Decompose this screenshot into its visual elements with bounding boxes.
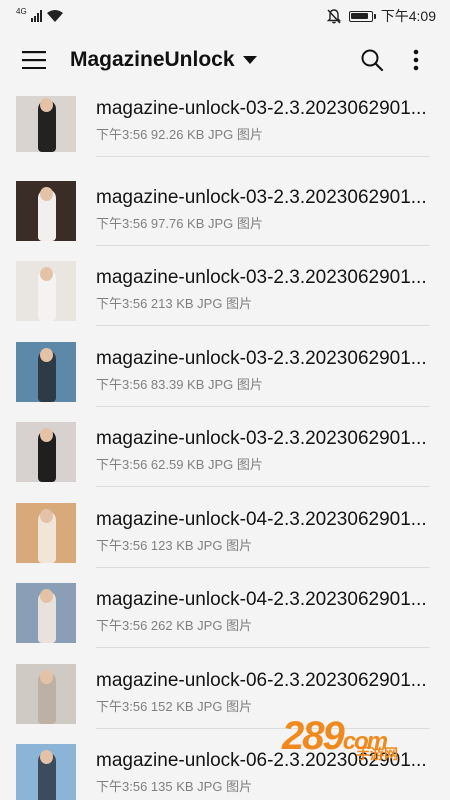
file-info: magazine-unlock-03-2.3.2023062901... 下午3:…	[96, 418, 430, 487]
file-thumbnail	[16, 341, 76, 402]
file-name: magazine-unlock-03-2.3.2023062901...	[96, 428, 427, 449]
thumbnail-head	[40, 98, 53, 112]
file-thumbnail	[16, 96, 76, 152]
file-name: magazine-unlock-03-2.3.2023062901...	[96, 267, 427, 288]
file-thumbnail	[16, 502, 76, 563]
file-thumbnail	[16, 663, 76, 724]
network-type: 4G	[16, 6, 27, 16]
file-name: magazine-unlock-03-2.3.2023062901...	[96, 347, 427, 369]
file-list: magazine-unlock-03-2.3.2023062901... 下午3:…	[0, 96, 450, 800]
thumbnail-head	[40, 750, 53, 764]
file-name: magazine-unlock-04-2.3.2023062901...	[96, 589, 427, 610]
file-name: magazine-unlock-03-2.3.2023062901...	[96, 98, 427, 119]
file-thumbnail	[16, 261, 76, 321]
file-row[interactable]: magazine-unlock-04-2.3.2023062901... 下午3:…	[0, 499, 450, 580]
file-row[interactable]: magazine-unlock-03-2.3.2023062901... 下午3:…	[0, 96, 450, 177]
file-info: magazine-unlock-03-2.3.2023062901... 下午3:…	[96, 338, 430, 407]
file-row[interactable]: magazine-unlock-03-2.3.2023062901... 下午3:…	[0, 177, 450, 258]
file-meta: 下午3:56 97.76 KB JPG 图片	[96, 215, 263, 231]
file-meta: 下午3:56 62.59 KB JPG 图片	[96, 457, 263, 472]
search-button[interactable]	[350, 38, 394, 82]
file-info: magazine-unlock-04-2.3.2023062901... 下午3:…	[96, 579, 430, 648]
file-name: magazine-unlock-06-2.3.2023062901...	[96, 669, 427, 691]
file-row[interactable]: magazine-unlock-04-2.3.2023062901... 下午3:…	[0, 579, 450, 660]
watermark-num-text: 289	[282, 714, 345, 758]
menu-icon	[22, 51, 46, 69]
file-info: magazine-unlock-03-2.3.2023062901... 下午3:…	[96, 257, 430, 326]
search-icon	[361, 49, 384, 72]
signal-icon	[30, 10, 42, 22]
more-vert-icon	[413, 49, 419, 71]
app-toolbar: MagazineUnlock	[0, 32, 450, 88]
thumbnail-head	[40, 508, 53, 523]
file-meta: 下午3:56 213 KB JPG 图片	[96, 296, 253, 311]
thumbnail-head	[40, 589, 53, 603]
file-info: magazine-unlock-04-2.3.2023062901... 下午3:…	[96, 499, 430, 568]
file-thumbnail	[16, 422, 76, 482]
folder-selector[interactable]: MagazineUnlock	[70, 48, 257, 72]
thumbnail-head	[40, 186, 53, 201]
file-info: magazine-unlock-03-2.3.2023062901... 下午3:…	[96, 96, 430, 157]
file-thumbnail	[16, 583, 76, 643]
file-meta: 下午3:56 92.26 KB JPG 图片	[96, 127, 263, 142]
wifi-icon	[46, 10, 63, 22]
file-meta: 下午3:56 123 KB JPG 图片	[96, 537, 253, 553]
file-row[interactable]: magazine-unlock-03-2.3.2023062901... 下午3:…	[0, 257, 450, 338]
watermark-logo: 289com 手游网	[282, 710, 432, 770]
status-time: 下午4:09	[380, 8, 436, 24]
thumbnail-head	[40, 428, 53, 442]
more-options-button[interactable]	[394, 38, 438, 82]
thumbnail-head	[40, 267, 53, 281]
dropdown-caret-icon	[242, 56, 257, 64]
thumbnail-head	[40, 347, 53, 362]
status-left: 4G	[16, 6, 64, 23]
file-thumbnail	[16, 180, 76, 241]
file-name: magazine-unlock-03-2.3.2023062901...	[96, 186, 427, 208]
thumbnail-head	[40, 669, 53, 684]
file-thumbnail	[16, 744, 76, 800]
notifications-off-icon	[326, 8, 341, 24]
status-bar: 4G 下午4:09	[0, 0, 450, 32]
file-meta: 下午3:56 262 KB JPG 图片	[96, 618, 253, 633]
menu-button[interactable]	[12, 38, 56, 82]
file-meta: 下午3:56 83.39 KB JPG 图片	[96, 376, 263, 392]
file-name: magazine-unlock-04-2.3.2023062901...	[96, 508, 427, 530]
file-meta: 下午3:56 135 KB JPG 图片	[96, 779, 253, 794]
file-info: magazine-unlock-03-2.3.2023062901... 下午3:…	[96, 177, 430, 246]
status-right: 下午4:09	[326, 6, 436, 26]
watermark-subtitle: 手游网	[356, 746, 398, 762]
battery-icon	[348, 10, 376, 22]
page-title: MagazineUnlock	[70, 48, 235, 71]
file-row[interactable]: magazine-unlock-03-2.3.2023062901... 下午3:…	[0, 338, 450, 419]
file-row[interactable]: magazine-unlock-03-2.3.2023062901... 下午3:…	[0, 418, 450, 499]
